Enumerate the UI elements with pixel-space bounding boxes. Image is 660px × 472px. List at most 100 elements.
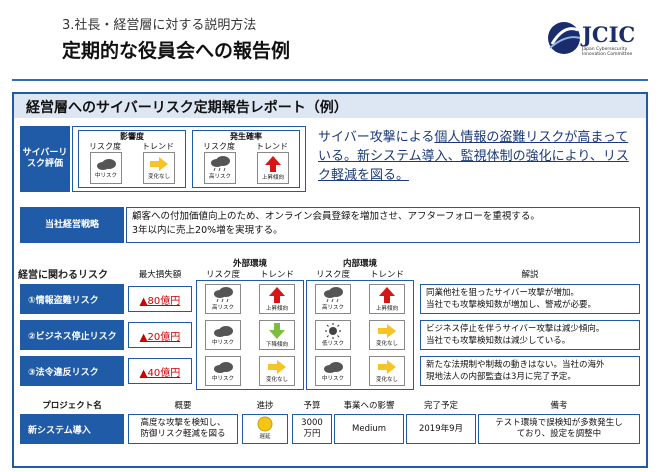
strategy-label: 当社経営戦略 bbox=[20, 207, 124, 243]
project-name-header: プロジェクト名 bbox=[42, 401, 102, 411]
risk-row-1-loss: ▲80億円 bbox=[128, 286, 192, 312]
arrow-up-icon bbox=[269, 287, 285, 303]
arrow-right-icon bbox=[150, 157, 168, 171]
ext-risk-header: リスク度 bbox=[205, 270, 240, 280]
cyber-risk-summary: サイバー攻撃による個人情報の盗難リスクが高まっている。新システム導入、監視体制の… bbox=[312, 128, 642, 194]
max-loss-header: 最大損失額 bbox=[138, 270, 182, 280]
project-name: 新システム導入 bbox=[20, 414, 124, 444]
rain-cloud-icon bbox=[211, 156, 230, 172]
risk-row-2-ext-risk-label: 中リスク bbox=[211, 340, 234, 346]
summary-underline-2: 新システム導入、監視体制の強化により、リスク軽減を図る。 bbox=[318, 149, 629, 183]
risk-row-3-int-trend: 変化なし bbox=[369, 356, 405, 386]
project-overview: 高度な攻撃を検知し、 防御リスク軽減を図る bbox=[128, 414, 238, 444]
risk-row-2-comment-line-1: ビジネス停止を伴うサイバー攻撃は減少傾向。 bbox=[426, 324, 605, 334]
logo-text: JCIC bbox=[582, 22, 636, 47]
risk-row-1-int-risk: 高リスク bbox=[315, 284, 351, 314]
risk-row-1-loss-value: ▲80億円 bbox=[139, 295, 181, 307]
project-budget-unit: 万円 bbox=[303, 429, 321, 439]
logo-subtext: Japan Cybersecurity Innovation Committee bbox=[582, 47, 633, 57]
strategy-text: 顧客への付加価値向上のため、オンライン会員登録を増加させ、アフターフォローを重視… bbox=[126, 207, 640, 243]
risk-row-2-loss-value: ▲20億円 bbox=[139, 331, 181, 343]
arrow-right-icon bbox=[378, 324, 396, 338]
risk-row-2-comment-line-2: 当社でも攻撃検知数は減少している。 bbox=[426, 336, 571, 346]
risk-row-2-ext-trend-label: 下降傾向 bbox=[265, 342, 288, 348]
cyber-risk-eval-label-text: サイバーリスク評価 bbox=[22, 148, 68, 169]
probability-trend-box: 上昇傾向 bbox=[257, 152, 289, 184]
project-note-line-1: テスト環境で誤検知が多数発生し bbox=[495, 418, 623, 428]
risk-row-3-int-risk: 中リスク bbox=[315, 356, 351, 386]
impact-risk-box: 中リスク bbox=[90, 152, 122, 184]
project-progress-label: 遅延 bbox=[259, 433, 271, 440]
risk-row-3-ext-trend: 変化なし bbox=[259, 356, 295, 386]
page-title: 定期的な役員会への報告例 bbox=[62, 40, 291, 62]
risk-row-2-loss: ▲20億円 bbox=[128, 322, 192, 348]
project-note: テスト環境で誤検知が多数発生し ており、設定を調整中 bbox=[478, 414, 640, 444]
project-note-line-2: ており、設定を調整中 bbox=[516, 429, 602, 439]
header-divider bbox=[12, 79, 648, 81]
rain-cloud-icon bbox=[324, 287, 343, 303]
project-overview-line-1: 高度な攻撃を検知し、 bbox=[140, 418, 226, 428]
risk-row-3-ext-risk-label: 中リスク bbox=[211, 376, 234, 382]
risk-row-1-int-risk-label: 高リスク bbox=[321, 305, 344, 311]
probability-risk-box: 高リスク bbox=[204, 152, 236, 184]
probability-risk-label: 高リスク bbox=[208, 174, 231, 180]
risk-row-2-int-trend: 変化なし bbox=[369, 320, 405, 350]
cloud-icon bbox=[324, 362, 343, 373]
risk-row-1-ext-trend-label: 上昇傾向 bbox=[265, 306, 288, 312]
impact-trend-header: トレンド bbox=[142, 142, 174, 151]
report-title: 経営層へのサイバーリスク定期報告レポート（例） bbox=[26, 100, 348, 116]
cyber-risk-eval-label: サイバーリスク評価 bbox=[20, 126, 70, 192]
risk-row-2-int-risk: 低リスク bbox=[315, 320, 351, 350]
risk-row-2-comment: ビジネス停止を伴うサイバー攻撃は減少傾向。 当社でも攻撃検知数は減少している。 bbox=[420, 320, 640, 350]
impact-trend-label: 変化なし bbox=[147, 174, 170, 180]
risk-row-2-label: ②ビジネス停止リスク bbox=[20, 320, 124, 350]
project-progress: 遅延 bbox=[242, 414, 288, 444]
cloud-icon bbox=[214, 362, 233, 373]
impact-trend-box: 変化なし bbox=[143, 152, 175, 184]
project-budget-header: 予算 bbox=[303, 401, 321, 411]
project-budget: 3000 万円 bbox=[292, 414, 332, 444]
project-budget-value: 3000 bbox=[301, 418, 323, 428]
arrow-right-icon bbox=[378, 360, 396, 374]
risk-row-1-comment: 同業他社を狙ったサイバー攻撃が増加。 当社でも攻撃検知数が増加し、警戒が必要。 bbox=[420, 284, 640, 314]
probability-trend-header: トレンド bbox=[256, 142, 288, 151]
risk-row-2-ext-trend: 下降傾向 bbox=[259, 320, 295, 350]
risk-row-1-ext-trend: 上昇傾向 bbox=[259, 284, 295, 314]
project-impact: Medium bbox=[334, 414, 404, 444]
risk-row-1-int-trend-label: 上昇傾向 bbox=[375, 306, 398, 312]
risk-row-3-int-trend-label: 変化なし bbox=[375, 377, 398, 383]
risk-row-3-comment: 新たな法規制や制裁の動きはない。当社の海外 現地法人の内部監査は3月に完了予定。 bbox=[420, 356, 640, 386]
comment-header: 解説 bbox=[521, 270, 539, 280]
strategy-line-1: 顧客への付加価値向上のため、オンライン会員登録を増加させ、アフターフォローを重視… bbox=[132, 211, 540, 222]
probability-risk-header: リスク度 bbox=[203, 142, 235, 151]
cloud-icon bbox=[214, 326, 233, 337]
risk-row-3-ext-risk: 中リスク bbox=[205, 356, 241, 386]
section-subtitle: 3.社長・経営層に対する説明方法 bbox=[62, 18, 257, 33]
project-overview-line-2: 防御リスク軽減を図る bbox=[140, 429, 226, 439]
risk-row-1-comment-line-2: 当社でも攻撃検知数が増加し、警戒が必要。 bbox=[426, 300, 597, 310]
probability-trend-label: 上昇傾向 bbox=[261, 175, 284, 181]
status-circle-icon bbox=[257, 416, 273, 431]
impact-risk-label: 中リスク bbox=[94, 173, 117, 179]
arrow-up-icon bbox=[379, 287, 395, 303]
risk-row-1-ext-risk-label: 高リスク bbox=[211, 305, 234, 311]
summary-prefix: サイバー攻撃による bbox=[318, 130, 435, 145]
int-trend-header: トレンド bbox=[369, 270, 404, 280]
rain-cloud-icon bbox=[214, 287, 233, 303]
risk-row-3-ext-trend-label: 変化なし bbox=[265, 377, 288, 383]
project-impact-header: 事業への影響 bbox=[343, 401, 395, 411]
project-progress-header: 進捗 bbox=[256, 401, 274, 411]
risk-row-1-int-trend: 上昇傾向 bbox=[369, 284, 405, 314]
risk-row-2-int-risk-label: 低リスク bbox=[321, 341, 344, 347]
risk-row-3-loss-value: ▲40億円 bbox=[139, 367, 181, 379]
project-deadline-header: 完了予定 bbox=[423, 401, 458, 411]
risk-row-2-int-trend-label: 変化なし bbox=[375, 341, 398, 347]
strategy-label-text: 当社経営戦略 bbox=[44, 219, 99, 230]
risk-row-2-ext-risk: 中リスク bbox=[205, 320, 241, 350]
project-deadline: 2019年9月 bbox=[406, 414, 476, 444]
risk-row-1-comment-line-1: 同業他社を狙ったサイバー攻撃が増加。 bbox=[426, 288, 579, 298]
arrow-right-icon bbox=[268, 360, 286, 374]
project-overview-header: 概要 bbox=[174, 401, 192, 411]
risk-row-1-ext-risk: 高リスク bbox=[205, 284, 241, 314]
strategy-line-2: 3年以内に売上20%増を実現する。 bbox=[132, 225, 283, 236]
